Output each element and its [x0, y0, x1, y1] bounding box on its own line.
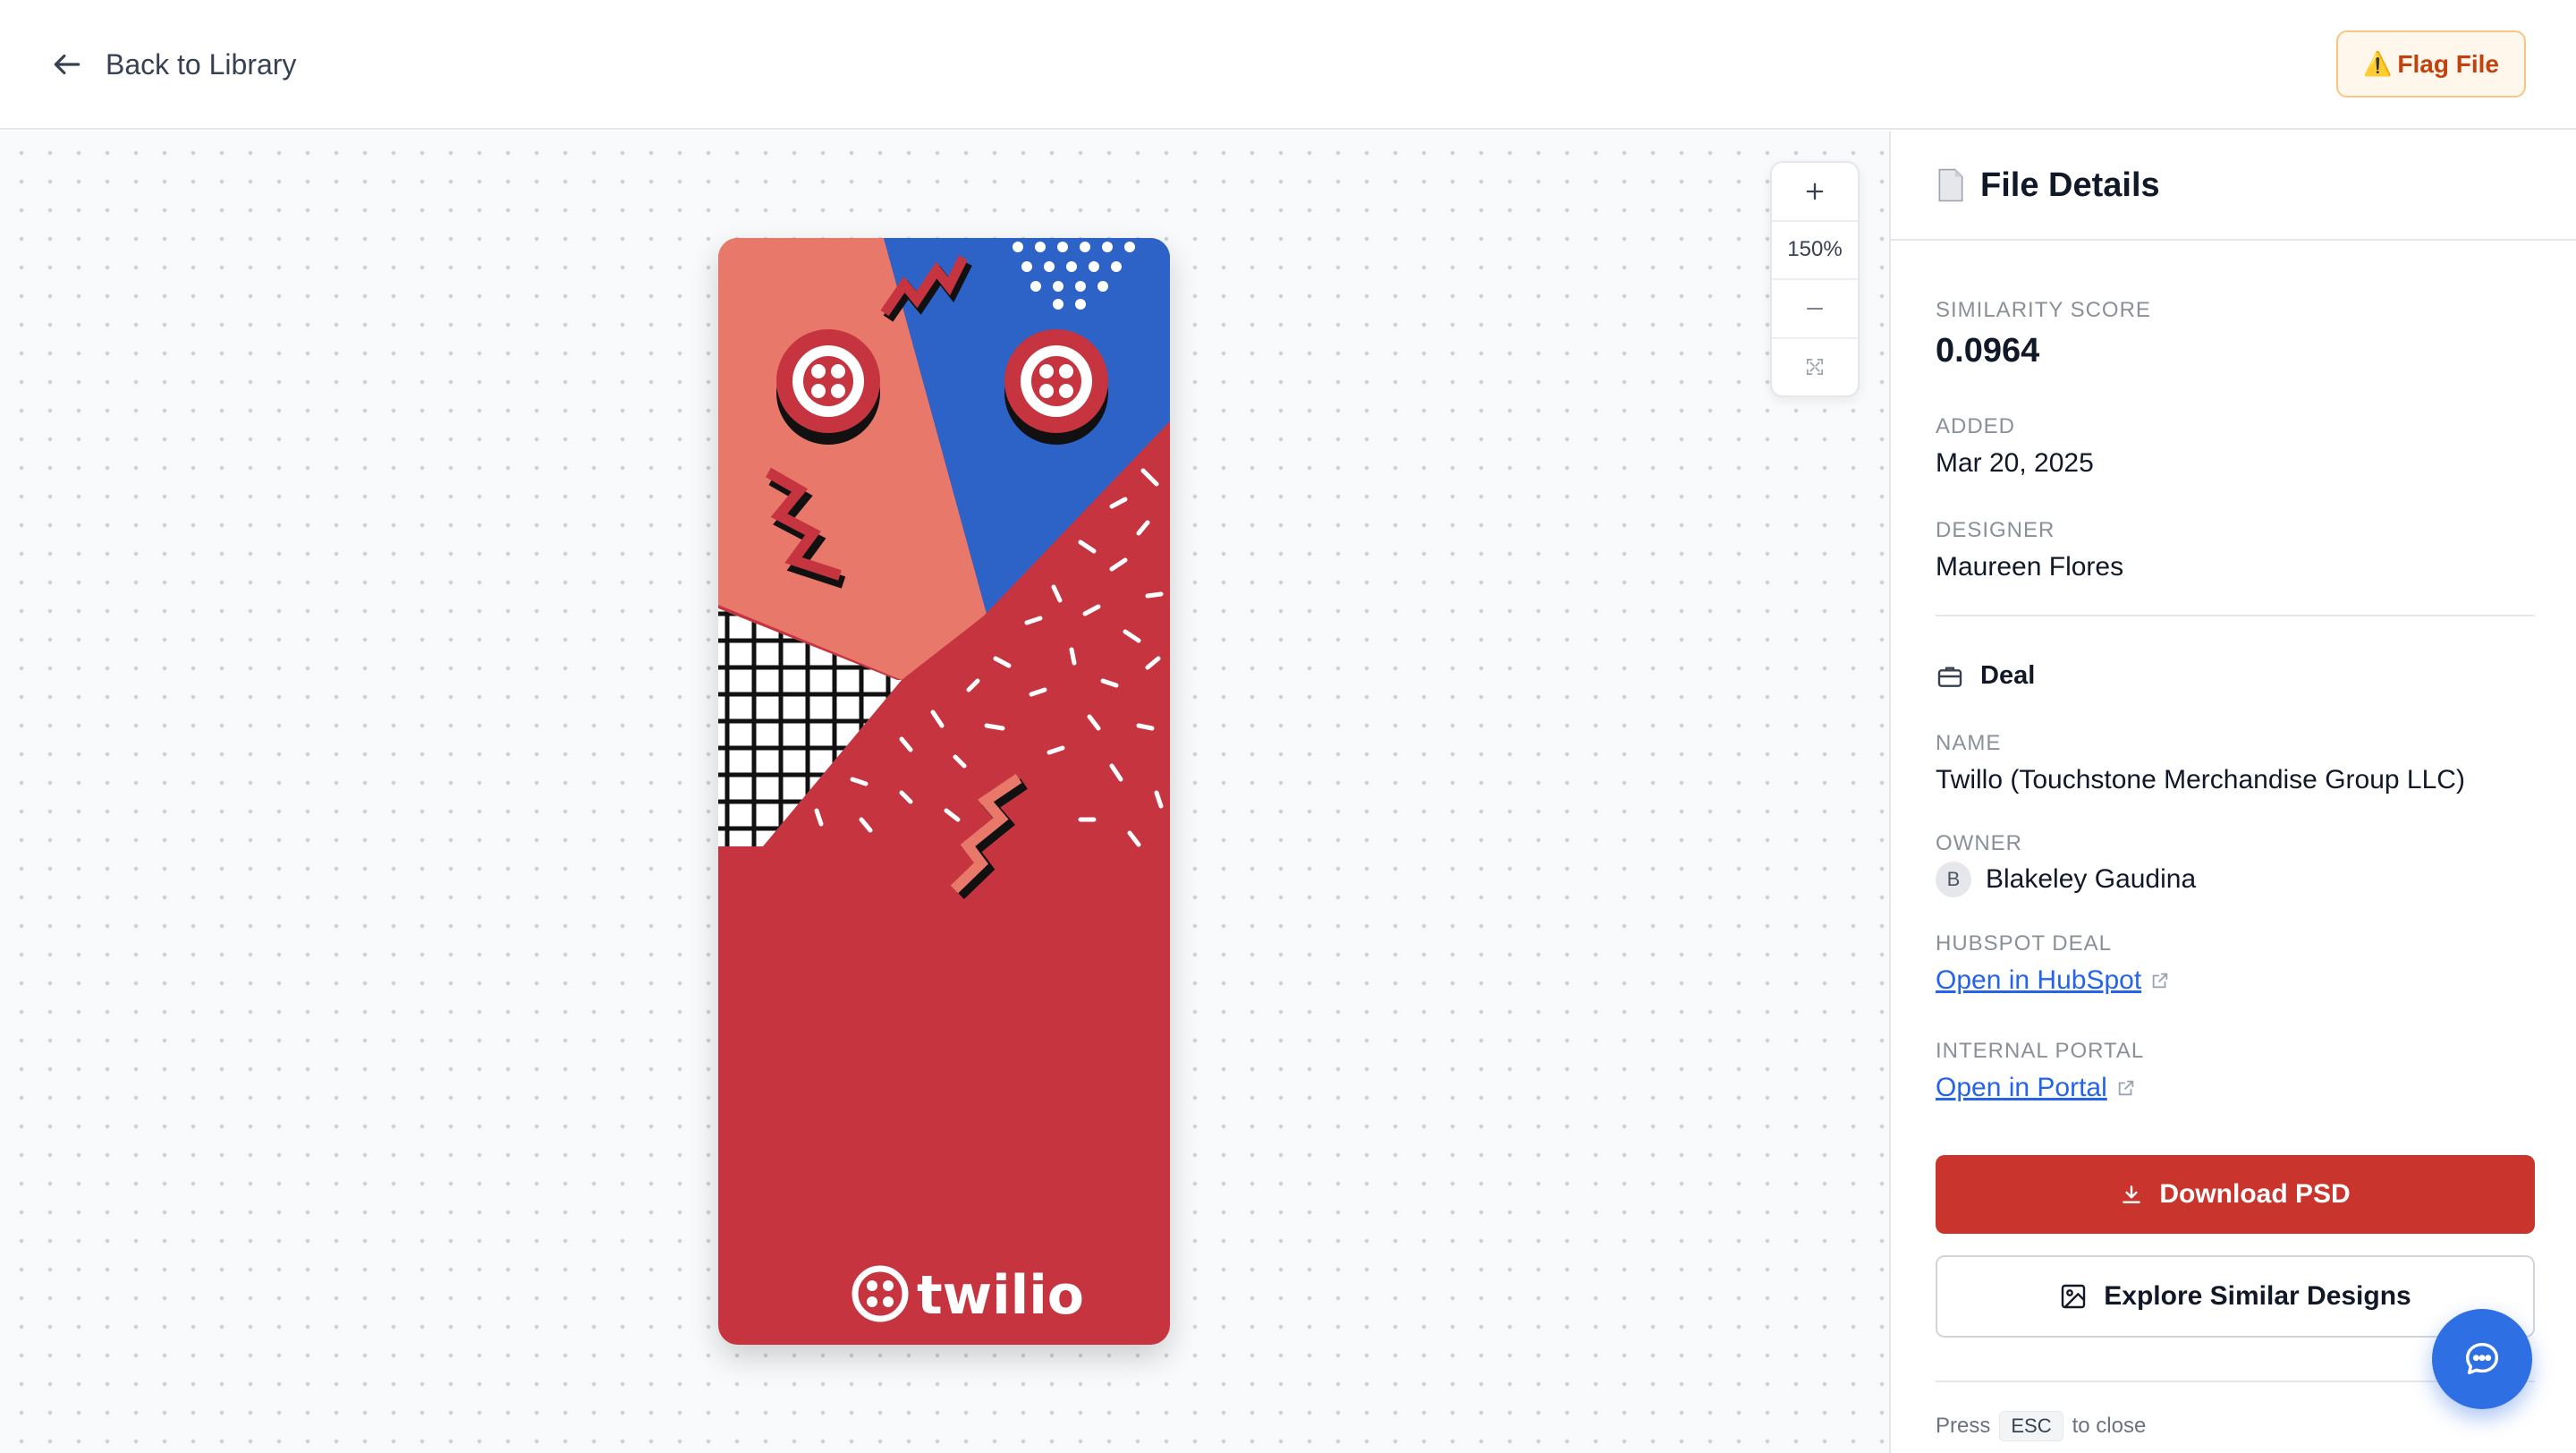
- designer-label: Designer: [1936, 518, 2055, 542]
- deal-title: Deal: [1980, 661, 2036, 690]
- esc-key: ESC: [1999, 1411, 2063, 1441]
- added-label: Added: [1936, 414, 2016, 438]
- zoom-in-button[interactable]: [1772, 163, 1858, 222]
- briefcase-icon: [1937, 666, 1962, 687]
- file-details-panel: File Details Similarity Score 0.0964 Add…: [1889, 132, 2576, 1453]
- back-label: Back to Library: [106, 47, 297, 81]
- panel-header: File Details: [1891, 132, 2576, 241]
- esc-prefix: Press: [1936, 1414, 1991, 1438]
- arrow-left-icon: [54, 54, 80, 75]
- deal-name-label: Name: [1936, 731, 2002, 755]
- deal-name-value: Twillo (Touchstone Merchandise Group LLC…: [1936, 765, 2465, 794]
- similarity-value: 0.0964: [1936, 332, 2040, 370]
- zoom-level: 150%: [1772, 222, 1858, 280]
- portal-link-text: Open in Portal: [1936, 1073, 2107, 1102]
- top-bar: Back to Library ⚠️ Flag File: [0, 0, 2576, 130]
- design-preview-image: twilio: [718, 238, 1170, 1345]
- open-portal-link[interactable]: Open in Portal: [1936, 1073, 2136, 1103]
- hubspot-label: HubSpot Deal: [1936, 931, 2112, 956]
- added-value: Mar 20, 2025: [1936, 448, 2094, 478]
- zoom-controls: 150%: [1770, 161, 1860, 397]
- download-psd-button[interactable]: Download PSD: [1936, 1155, 2535, 1234]
- fit-screen-icon: [1806, 359, 1824, 376]
- preview-canvas[interactable]: twilio 150%: [0, 132, 1889, 1453]
- explore-label: Explore Similar Designs: [2104, 1281, 2411, 1311]
- document-icon: [1938, 168, 1963, 202]
- portal-label: Internal Portal: [1936, 1039, 2145, 1063]
- owner-name: Blakeley Gaudina: [1986, 864, 2197, 894]
- warning-icon: ⚠️: [2363, 50, 2393, 77]
- download-icon: [2123, 1185, 2141, 1203]
- minus-icon: [1806, 307, 1824, 310]
- chat-bubble-icon: [2465, 1342, 2499, 1375]
- zoom-out-button[interactable]: [1772, 280, 1858, 339]
- download-label: Download PSD: [2159, 1179, 2351, 1209]
- panel-title: File Details: [1980, 166, 2160, 204]
- flag-label: Flag File: [2397, 49, 2499, 78]
- deal-section-title: Deal: [1936, 661, 2035, 691]
- esc-hint: Press ESC to close: [1936, 1411, 2146, 1441]
- open-hubspot-link[interactable]: Open in HubSpot: [1936, 965, 2170, 996]
- section-divider: [1936, 615, 2535, 616]
- chat-button[interactable]: [2432, 1309, 2532, 1409]
- plus-icon: [1806, 183, 1824, 200]
- owner-label: Owner: [1936, 831, 2022, 855]
- image-icon: [2062, 1284, 2086, 1309]
- similarity-label: Similarity Score: [1936, 298, 2151, 322]
- flag-file-button[interactable]: ⚠️ Flag File: [2336, 30, 2526, 98]
- owner-row: B Blakeley Gaudina: [1936, 862, 2196, 897]
- fit-to-screen-button[interactable]: [1772, 339, 1858, 396]
- artwork-brand-text: twilio: [917, 1264, 1084, 1327]
- external-link-icon: [2118, 1080, 2134, 1096]
- designer-value: Maureen Flores: [1936, 552, 2124, 582]
- external-link-icon: [2152, 973, 2168, 989]
- hubspot-link-text: Open in HubSpot: [1936, 965, 2142, 995]
- back-to-library-link[interactable]: Back to Library: [50, 43, 296, 86]
- esc-suffix: to close: [2072, 1414, 2147, 1438]
- avatar: B: [1936, 862, 1971, 897]
